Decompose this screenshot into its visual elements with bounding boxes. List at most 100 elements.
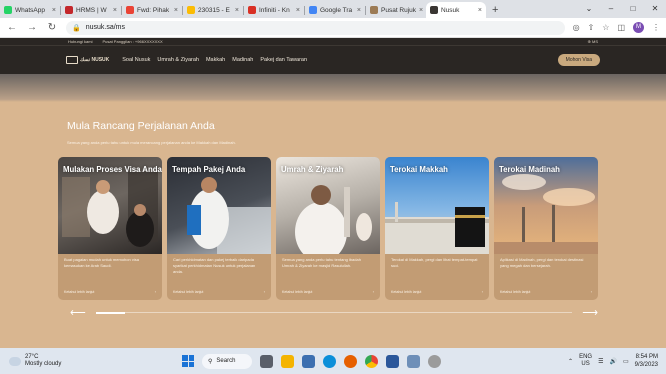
arrow-left-icon[interactable]: ⟵ bbox=[70, 306, 86, 319]
profile-avatar[interactable]: M bbox=[633, 22, 644, 33]
nav-pakej-tawaran[interactable]: Pakej dan Tawaran bbox=[260, 57, 307, 63]
nav-makkah[interactable]: Makkah bbox=[206, 57, 225, 63]
more-label: Ketahui lebih lanjut bbox=[500, 290, 531, 294]
browser-tab[interactable]: Google Tra × bbox=[305, 2, 365, 18]
settings-gear-icon[interactable] bbox=[428, 354, 441, 368]
google-lens-icon[interactable]: ◎ bbox=[573, 23, 580, 32]
weather-widget[interactable]: 27°C Mostly cloudy bbox=[0, 353, 150, 368]
firefox-icon[interactable] bbox=[344, 354, 357, 368]
task-view-icon[interactable] bbox=[260, 354, 273, 368]
callcenter-text: Pusat Panggilan : +966XXXXXXX bbox=[102, 39, 163, 44]
wifi-icon[interactable]: ☰ bbox=[598, 358, 603, 365]
contact-link[interactable]: Hubungi kami bbox=[68, 39, 92, 44]
card-more-link[interactable]: Ketahui lebih lanjut › bbox=[64, 290, 156, 294]
more-label: Ketahui lebih lanjut bbox=[173, 290, 204, 294]
forward-button[interactable]: → bbox=[26, 22, 38, 33]
word-icon[interactable] bbox=[386, 354, 399, 368]
chevron-right-icon: › bbox=[590, 290, 592, 294]
taskbar-search[interactable]: ⚲ Search bbox=[202, 353, 252, 369]
hero-gradient-band bbox=[0, 74, 666, 102]
clock-date: 9/3/2023 bbox=[634, 362, 658, 368]
menu-kebab-icon[interactable]: ⋮ bbox=[652, 23, 660, 32]
carousel-thumb[interactable] bbox=[96, 311, 125, 314]
browser-tab[interactable]: Fwd: Pihak × bbox=[122, 2, 182, 18]
language-switcher[interactable]: ⊕ MS bbox=[588, 39, 598, 44]
close-tab-icon[interactable]: × bbox=[113, 7, 117, 14]
carousel-track[interactable] bbox=[96, 311, 572, 314]
site-topstrip: Hubungi kami Pusat Panggilan : +966XXXXX… bbox=[0, 38, 666, 46]
browser-tab[interactable]: HRMS | W × bbox=[61, 2, 121, 18]
lang-region: US bbox=[581, 361, 590, 367]
close-tab-icon[interactable]: × bbox=[419, 7, 423, 14]
card-desc: Buat pagaian mudah untuk memohon visa ke… bbox=[64, 257, 139, 268]
favicon-icon bbox=[65, 6, 73, 14]
weather-text: 27°C Mostly cloudy bbox=[25, 354, 61, 368]
favicon-icon bbox=[248, 6, 256, 14]
chevron-down-icon[interactable]: ⌄ bbox=[578, 0, 600, 18]
card-package[interactable]: Tempah Pakej Anda Cari perkhidmatan dan … bbox=[167, 157, 271, 300]
browser-tab[interactable]: 230315 - E × bbox=[183, 2, 243, 18]
card-more-link[interactable]: Ketahui lebih lanjut › bbox=[282, 290, 374, 294]
card-visa[interactable]: Mulakan Proses Visa Anda Buat pagaian mu… bbox=[58, 157, 162, 300]
close-tab-icon[interactable]: × bbox=[478, 7, 482, 14]
nusuk-logo[interactable]: نسك NUSUK bbox=[66, 56, 109, 64]
close-tab-icon[interactable]: × bbox=[235, 7, 239, 14]
windows-start-icon[interactable] bbox=[182, 355, 194, 367]
more-label: Ketahui lebih lanjut bbox=[64, 290, 95, 294]
bookmark-star-icon[interactable]: ☆ bbox=[602, 23, 609, 32]
new-tab-button[interactable]: + bbox=[486, 2, 504, 18]
lang-code: ENG bbox=[579, 354, 593, 360]
card-more-link[interactable]: Ketahui lebih lanjut › bbox=[500, 290, 592, 294]
url-input[interactable]: 🔒 nusuk.sa/ms bbox=[66, 20, 565, 35]
nav-soal-nusuk[interactable]: Soal Nusuk bbox=[122, 57, 150, 63]
input-language[interactable]: ENG US bbox=[579, 354, 592, 368]
browser-tab[interactable]: WhatsApp × bbox=[0, 2, 60, 18]
nav-madinah[interactable]: Madinah bbox=[232, 57, 253, 63]
card-title: Tempah Pakej Anda bbox=[172, 165, 246, 174]
chevron-right-icon: › bbox=[481, 290, 483, 294]
video-app-icon[interactable] bbox=[302, 354, 315, 368]
browser-tab[interactable]: Pusat Rujuk × bbox=[366, 2, 426, 18]
close-tab-icon[interactable]: × bbox=[174, 7, 178, 14]
card-title: Umrah & Ziyarah bbox=[281, 165, 344, 174]
search-icon: ⚲ bbox=[208, 358, 213, 365]
close-tab-icon[interactable]: × bbox=[296, 7, 300, 14]
section-subtitle: Semua yang anda perlu tahu untuk mula me… bbox=[67, 140, 236, 145]
chrome-icon[interactable] bbox=[365, 354, 378, 368]
notepad-icon[interactable] bbox=[407, 354, 420, 368]
temperature: 27°C bbox=[25, 354, 39, 360]
close-tab-icon[interactable]: × bbox=[357, 7, 361, 14]
nav-umrah-ziyarah[interactable]: Umrah & Ziyarah bbox=[157, 57, 199, 63]
file-explorer-icon[interactable] bbox=[281, 354, 294, 368]
browser-tab[interactable]: Infiniti - Kn × bbox=[244, 2, 304, 18]
taskbar: 27°C Mostly cloudy ⚲ Search ⌃ ENG US ☰ 🔊 … bbox=[0, 348, 666, 374]
chevron-right-icon: › bbox=[372, 290, 374, 294]
card-makkah[interactable]: Terokai Makkah Terokai di Makkah, pergi … bbox=[385, 157, 489, 300]
clock[interactable]: 8:54 PM 9/3/2023 bbox=[635, 353, 658, 369]
favicon-icon bbox=[126, 6, 134, 14]
battery-icon[interactable]: ▭ bbox=[623, 358, 629, 365]
share-icon[interactable]: ⇧ bbox=[588, 23, 595, 32]
browser-tab[interactable]: Nusuk × bbox=[426, 2, 486, 18]
favicon-icon bbox=[370, 6, 378, 14]
card-madinah[interactable]: Terokai Madinah Aplikasi di Madinah, per… bbox=[494, 157, 598, 300]
close-tab-icon[interactable]: × bbox=[52, 7, 56, 14]
card-more-link[interactable]: Ketahui lebih lanjut › bbox=[173, 290, 265, 294]
window-controls: ⌄ – □ ✕ bbox=[578, 0, 666, 18]
minimize-button[interactable]: – bbox=[600, 0, 622, 18]
reload-button[interactable]: ↻ bbox=[46, 22, 58, 33]
tab-label: Pusat Rujuk bbox=[381, 6, 417, 14]
chevron-up-icon[interactable]: ⌃ bbox=[568, 358, 573, 365]
edge-icon[interactable] bbox=[323, 354, 336, 368]
sidepanel-icon[interactable]: ◫ bbox=[617, 23, 625, 32]
arrow-right-icon[interactable]: ⟶ bbox=[582, 306, 598, 319]
maximize-button[interactable]: □ bbox=[622, 0, 644, 18]
apply-visa-button[interactable]: Mohon Visa bbox=[557, 54, 600, 66]
volume-icon[interactable]: 🔊 bbox=[609, 358, 616, 365]
search-label: Search bbox=[216, 358, 236, 364]
back-button[interactable]: ← bbox=[6, 22, 18, 33]
card-umrah[interactable]: Umrah & Ziyarah Semua yang anda perlu ta… bbox=[276, 157, 380, 300]
card-more-link[interactable]: Ketahui lebih lanjut › bbox=[391, 290, 483, 294]
close-window-button[interactable]: ✕ bbox=[644, 0, 666, 18]
favicon-icon bbox=[187, 6, 195, 14]
